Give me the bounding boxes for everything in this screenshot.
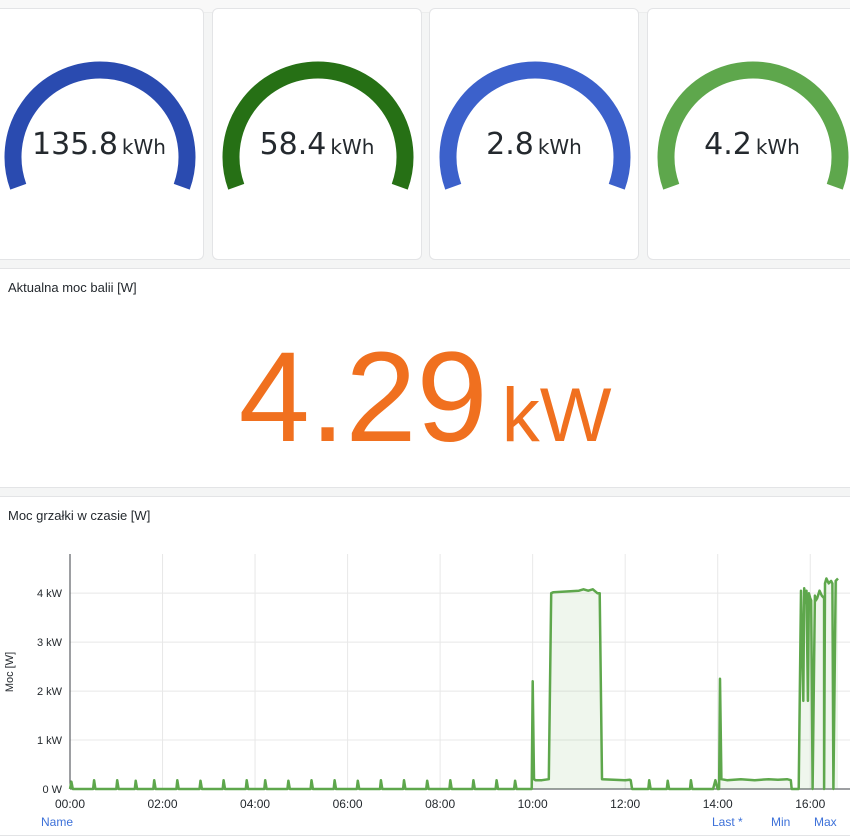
series-line-0 <box>68 577 839 791</box>
x-tick-label: 00:00 <box>55 797 85 811</box>
x-tick-label: 10:00 <box>518 797 548 811</box>
line-chart[interactable]: 0 W 1 kW 2 kW 3 kW 4 kW 00:00 02:00 04:00 06:00 0… <box>0 0 850 831</box>
y-tick-label: 3 kW <box>37 637 63 649</box>
x-tick-label: 02:00 <box>148 797 178 811</box>
x-tick-label: 06:00 <box>333 797 363 811</box>
x-tick-label: 14:00 <box>703 797 733 811</box>
y-tick-label: 0 W <box>42 784 62 796</box>
chart-grid <box>69 554 850 790</box>
chart-series <box>68 577 839 791</box>
x-tick-label: 16:00 <box>795 797 825 811</box>
legend-min-header[interactable]: Min <box>771 815 790 829</box>
series-area-0 <box>70 578 838 789</box>
x-tick-label: 12:00 <box>610 797 640 811</box>
y-tick-label: 2 kW <box>37 686 63 698</box>
legend-last-header[interactable]: Last * <box>712 815 743 829</box>
x-tick-label: 08:00 <box>425 797 455 811</box>
legend-name-header[interactable]: Name <box>41 815 73 829</box>
y-tick-label: 1 kW <box>37 735 63 747</box>
chart-axes: 0 W 1 kW 2 kW 3 kW 4 kW 00:00 02:00 04:00 06:00 0… <box>4 554 850 811</box>
y-axis-label: Moc [W] <box>4 652 16 692</box>
y-tick-label: 4 kW <box>37 588 63 600</box>
legend-max-header[interactable]: Max <box>814 815 837 829</box>
x-tick-label: 04:00 <box>240 797 270 811</box>
